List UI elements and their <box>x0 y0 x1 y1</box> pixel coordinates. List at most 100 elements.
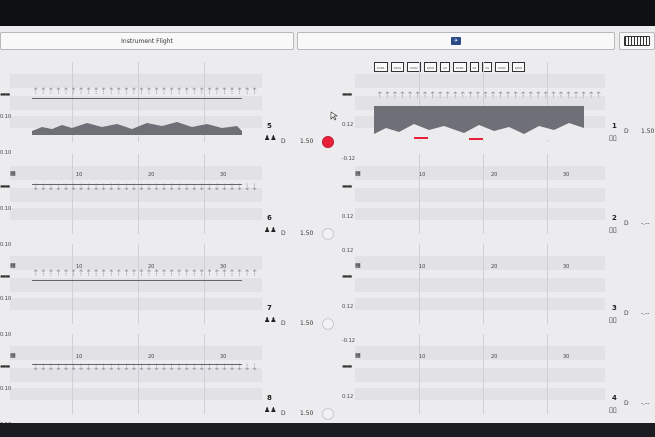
up-arrow-icon: ⇡ <box>481 91 490 101</box>
up-arrow-icon: ⇡ <box>228 269 236 279</box>
up-arrow-icon: ⇡ <box>534 91 543 101</box>
left-chart-panel-4: ⇣ ⇣ ⇣ ⇣ ⇣ ⇣ ⇣ ⇣ ⇣ ⇣ ⇣ ⇣ ⇣ ⇣ ⇣ ⇣ ⇣ ⇣ ⇣ ⇣ ⇣ ⇣ ⇣ ⇣ ⇣ ⇣ ⇣ ⇣ ⇣ ⇣ <box>10 334 262 414</box>
left-chart-panel-3: ⇡ ⇡ ⇡ ⇡ ⇡ ⇡ ⇡ ⇡ ⇡ ⇡ ⇡ ⇡ ⇡ ⇡ ⇡ ⇡ ⇡ ⇡ ⇡ ⇡ ⇡ ⇡ ⇡ ⇡ ⇡ ⇡ ⇡ ⇡ ⇡ ⇡ <box>10 244 262 324</box>
chart-band <box>355 388 605 400</box>
up-arrow-icon: ⇡ <box>579 91 588 101</box>
grid-line <box>138 244 139 324</box>
chart-baseline <box>32 280 242 281</box>
panel-menu-icon[interactable]: ▬▬ <box>342 273 352 280</box>
down-arrow-icon: ⇣ <box>84 363 93 373</box>
down-arrow-icon: ⇣ <box>228 183 236 193</box>
panel-menu-icon[interactable]: ▬▬ <box>0 363 10 370</box>
channel-value: -.-- <box>641 310 650 317</box>
up-arrow-icon: ⇡ <box>84 87 93 97</box>
arrow-row: ⇡ ⇡ ⇡ ⇡ ⇡ ⇡ ⇡ ⇡ ⇡ ⇡ ⇡ ⇡ ⇡ ⇡ ⇡ ⇡ ⇡ ⇡ ⇡ ⇡ ⇡ ⇡ ⇡ ⇡ ⇡ ⇡ ⇡ ⇡ ⇡ ⇡ <box>32 269 258 279</box>
chart-band <box>355 74 605 88</box>
channel-mode-letter: D <box>624 400 629 407</box>
right-chart-panel-4 <box>355 334 605 414</box>
arrow-row: ⇣ ⇣ ⇣ ⇣ ⇣ ⇣ ⇣ ⇣ ⇣ ⇣ ⇣ ⇣ ⇣ ⇣ ⇣ ⇣ ⇣ ⇣ ⇣ ⇣ ⇣ ⇣ ⇣ ⇣ ⇣ ⇣ ⇣ ⇣ ⇣ ⇣ <box>32 363 258 373</box>
panel-menu-icon[interactable]: ▬▬ <box>0 91 10 98</box>
grid-icon[interactable]: ▦ <box>10 170 16 177</box>
up-arrow-icon: ⇡ <box>115 87 123 97</box>
down-arrow-icon: ⇣ <box>130 363 138 373</box>
down-arrow-icon: ⇣ <box>182 363 191 373</box>
chart-band <box>10 208 262 220</box>
channel-indicator[interactable] <box>322 136 334 148</box>
grid-line <box>547 334 548 414</box>
down-arrow-icon: ⇣ <box>107 183 116 193</box>
up-arrow-icon: ⇡ <box>243 87 251 97</box>
x-axis-tick: 10 <box>419 354 426 360</box>
channel-value: -.-- <box>641 220 650 227</box>
down-arrow-icon: ⇣ <box>54 363 63 373</box>
panel-menu-icon[interactable]: ▬▬ <box>0 183 10 190</box>
x-axis-tick: 20 <box>491 354 498 360</box>
chart-band <box>355 278 605 292</box>
channel-number: 1 <box>612 122 617 130</box>
panel-menu-icon[interactable]: ▬▬ <box>342 91 352 98</box>
aircraft-logo-button[interactable]: ✈ <box>297 32 615 50</box>
channel-type-icon: ▯▯ <box>609 406 617 414</box>
up-arrow-icon: ⇡ <box>167 269 176 279</box>
up-arrow-icon: ⇡ <box>160 269 168 279</box>
grid-icon[interactable]: ▦ <box>355 262 361 269</box>
grid-line <box>204 154 205 234</box>
up-arrow-icon: ⇡ <box>122 269 131 279</box>
down-arrow-icon: ⇣ <box>107 363 116 373</box>
up-arrow-icon: ⇡ <box>152 269 161 279</box>
up-arrow-icon: ⇡ <box>62 269 70 279</box>
up-arrow-icon: ⇡ <box>459 91 467 101</box>
panel-menu-icon[interactable]: ▬▬ <box>342 183 352 190</box>
x-axis-tick: 20 <box>148 264 155 270</box>
instrument-flight-title-button[interactable]: Instrument Flight <box>0 32 294 50</box>
grid-line <box>483 244 484 324</box>
x-axis-tick: 10 <box>419 264 426 270</box>
up-arrow-icon: ⇡ <box>84 269 93 279</box>
grid-line <box>204 334 205 414</box>
down-arrow-icon: ⇣ <box>145 363 153 373</box>
down-arrow-icon: ⇣ <box>84 183 93 193</box>
y-axis-label: 0.10 <box>0 150 12 156</box>
x-axis-tick: 20 <box>491 172 498 178</box>
x-axis-tick: 20 <box>148 354 155 360</box>
down-arrow-icon: ⇣ <box>160 183 168 193</box>
grid-icon[interactable]: ▦ <box>10 262 16 269</box>
up-arrow-icon: ⇡ <box>587 91 595 101</box>
up-arrow-icon: ⇡ <box>391 91 399 101</box>
up-arrow-icon: ⇡ <box>235 269 244 279</box>
arrow-row: ⇣ ⇣ ⇣ ⇣ ⇣ ⇣ ⇣ ⇣ ⇣ ⇣ ⇣ ⇣ ⇣ ⇣ ⇣ ⇣ ⇣ ⇣ ⇣ ⇣ ⇣ ⇣ ⇣ ⇣ ⇣ ⇣ ⇣ ⇣ ⇣ ⇣ <box>32 183 258 193</box>
grid-icon[interactable]: ▦ <box>355 352 361 359</box>
up-arrow-icon: ⇡ <box>526 91 535 101</box>
channel-indicator[interactable] <box>322 228 334 240</box>
channel-indicator[interactable] <box>322 318 334 330</box>
grid-line <box>204 244 205 324</box>
down-arrow-icon: ⇣ <box>205 363 214 373</box>
keyboard-button[interactable] <box>619 32 655 50</box>
channel-type-icon: ▯▯ <box>609 226 617 234</box>
x-axis-tick: 30 <box>220 354 227 360</box>
grid-icon[interactable]: ▦ <box>10 352 16 359</box>
up-arrow-icon: ⇡ <box>557 91 565 101</box>
channel-mode-letter: D <box>281 230 286 237</box>
down-arrow-icon: ⇣ <box>213 363 221 373</box>
channel-value: 1.50 <box>300 320 314 327</box>
x-axis-tick: 30 <box>563 354 570 360</box>
page-title: Instrument Flight <box>121 37 173 45</box>
channel-indicator[interactable] <box>322 408 334 420</box>
down-arrow-icon: ⇣ <box>99 183 108 193</box>
up-arrow-icon: ⇡ <box>413 91 422 101</box>
y-axis-label: 0.10 <box>0 332 12 338</box>
down-arrow-icon: ⇣ <box>213 183 221 193</box>
up-arrow-icon: ⇡ <box>107 87 116 97</box>
panel-menu-icon[interactable]: ▬▬ <box>0 273 10 280</box>
grid-icon[interactable]: ▦ <box>355 170 361 177</box>
y-axis-label: 0.12 <box>342 122 354 128</box>
up-arrow-icon: ⇡ <box>376 91 384 101</box>
down-arrow-icon: ⇣ <box>39 363 48 373</box>
up-arrow-icon: ⇡ <box>47 87 55 97</box>
up-arrow-icon: ⇡ <box>99 269 108 279</box>
up-arrow-icon: ⇡ <box>92 87 100 97</box>
up-arrow-icon: ⇡ <box>130 269 138 279</box>
up-arrow-icon: ⇡ <box>250 87 259 97</box>
panel-menu-icon[interactable]: ▬▬ <box>342 363 352 370</box>
